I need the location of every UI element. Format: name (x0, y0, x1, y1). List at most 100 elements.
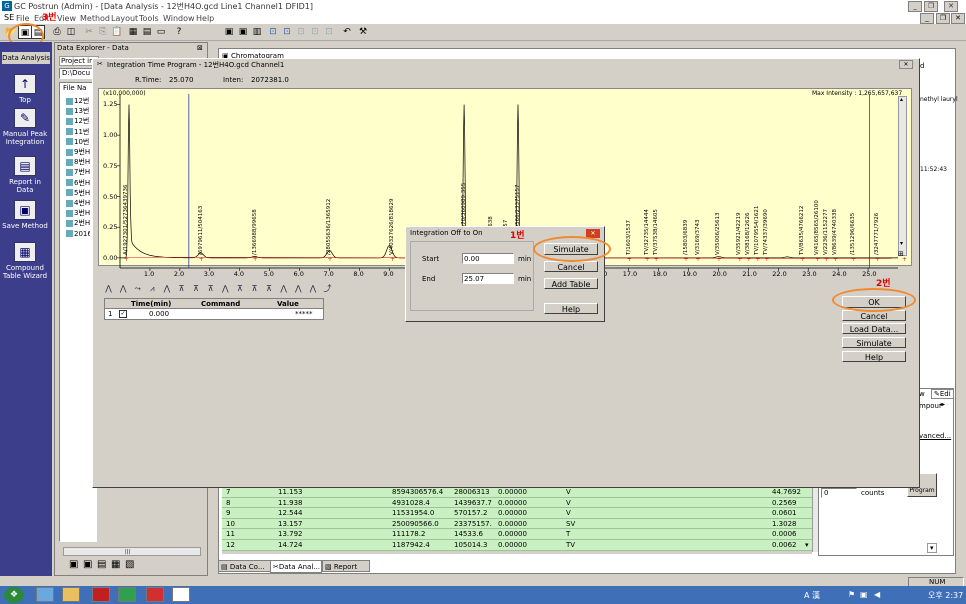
integration-tool-15-icon[interactable]: ⋀ (306, 283, 319, 295)
add-table-button[interactable]: Add Table (544, 278, 598, 289)
row-time[interactable]: 0.000 (149, 310, 169, 318)
tab-data-compare[interactable]: ▤ Data Co... (218, 560, 278, 572)
subdialog-cancel-button[interactable]: Cancel (544, 261, 598, 272)
y-tick-label: 0.75 (103, 161, 118, 170)
integration-tool-3-icon[interactable]: ⤳ (131, 283, 144, 295)
peak-label: /3247771/7926 (874, 212, 881, 255)
peak-label: TV/37538/14605 (652, 209, 659, 255)
annotation-ring-simulate (533, 236, 611, 262)
integration-tool-4-icon[interactable]: ⩘ (146, 283, 159, 295)
integration-tool-5-icon[interactable]: ⋀ (160, 283, 173, 295)
tray-flag-icon[interactable]: ▣ (860, 590, 868, 599)
taskbar (0, 586, 966, 604)
peak-marker: + (755, 256, 760, 263)
peak-label: /1351296/6635 (850, 212, 857, 255)
simulate-button[interactable]: Simulate (842, 337, 906, 348)
peak-label: TV/1079554/1621 (754, 205, 761, 255)
annotation-step1: 1번 (510, 231, 525, 241)
start-unit: min (518, 255, 532, 263)
integration-tool-2-icon[interactable]: ⋀ (117, 283, 130, 295)
peak-marker: + (833, 256, 838, 263)
peak-label: V/4165/8565/26100 (814, 200, 821, 255)
subdialog-help-button[interactable]: Help (544, 303, 598, 314)
integration-tool-8-icon[interactable]: ⊼ (204, 283, 217, 295)
start-input[interactable] (462, 253, 514, 264)
peak-marker: + (737, 256, 742, 263)
peak-label: T/1603/1537 (625, 219, 632, 255)
x-tick-label: 21.0 (742, 270, 757, 278)
y-tick-label: 1.25 (103, 100, 118, 109)
integration-tool-1-icon[interactable]: ⋀ (102, 283, 115, 295)
col-value[interactable]: Value (277, 300, 299, 308)
x-tick-label: 17.0 (622, 270, 638, 278)
x-tick-label: 3.0 (203, 270, 215, 278)
taskbar-folder-icon[interactable] (62, 587, 80, 602)
tab-report-icon: ▧ (325, 563, 332, 571)
tray-ime[interactable]: A 漢 (804, 590, 820, 601)
start-label: Start (422, 255, 440, 263)
chart-scroll-down-icon[interactable]: ▾ (900, 240, 903, 247)
taskbar-ie-icon[interactable] (36, 587, 54, 602)
tray-volume-icon[interactable]: ◀ (874, 590, 880, 599)
load-data-button[interactable]: Load Data... (842, 323, 906, 334)
x-tick-label: 22.0 (772, 270, 787, 278)
tray-network-icon[interactable]: ⚑ (848, 590, 855, 599)
peak-marker: + (390, 256, 395, 263)
peak-marker: + (199, 256, 204, 263)
taskbar-gc-postrun-icon[interactable] (172, 587, 190, 602)
annotation-step2: 2번 (876, 279, 891, 289)
y-tick-label: 0.50 (103, 192, 118, 201)
peak-marker: + (645, 256, 650, 263)
x-tick-label: 8.0 (353, 270, 364, 278)
x-tick-label: 7.0 (323, 270, 334, 278)
integration-tool-6-icon[interactable]: ⊼ (175, 283, 188, 295)
taskbar-app-green-icon[interactable] (118, 587, 136, 602)
row-value[interactable]: ***** (295, 310, 313, 318)
peak-marker: + (800, 256, 805, 263)
end-label: End (422, 275, 436, 283)
peak-label: /1366988/99658 (251, 209, 258, 255)
peak-label: V/3169/3743 (694, 219, 701, 255)
peak-label: V/35921/42219 (736, 212, 743, 255)
peak-label: V/8639/4740338 (832, 209, 839, 255)
peak-label: V/35006/25613 (715, 212, 722, 255)
integration-tool-11-icon[interactable]: ⊼ (248, 283, 261, 295)
x-tick-label: 18.0 (652, 270, 668, 278)
time-program-table[interactable]: Time(min) Command Value 1 ✓ 0.000 ***** (104, 298, 324, 320)
x-tick-label: 1.0 (143, 270, 155, 278)
peak-marker: + (716, 256, 721, 263)
integration-tool-10-icon[interactable]: ⊼ (233, 283, 246, 295)
x-tick-label: 5.0 (263, 270, 274, 278)
peak-label: TV/74337/39690 (763, 209, 770, 255)
col-command[interactable]: Command (201, 300, 240, 308)
x-tick-label: 2.0 (173, 270, 185, 278)
y-tick-label: 1.00 (103, 131, 118, 140)
help-button[interactable]: Help (842, 351, 906, 362)
chart-zoom-icon[interactable]: ⊞ (898, 250, 904, 258)
integration-tool-14-icon[interactable]: ⋀ (292, 283, 305, 295)
integration-tool-13-icon[interactable]: ⋀ (277, 283, 290, 295)
x-tick-label: 20.0 (712, 270, 727, 278)
integration-tool-9-icon[interactable]: ⋀ (219, 283, 232, 295)
chart-scroll-up-icon[interactable]: ▴ (900, 96, 903, 103)
taskbar-pdf-icon[interactable] (92, 587, 110, 602)
peak-label: TV/8635/4766212 (799, 205, 806, 255)
peak-marker: + (764, 256, 769, 263)
row-checkbox[interactable]: ✓ (119, 310, 127, 318)
x-tick-label: 9.0 (383, 270, 394, 278)
x-tick-label: 19.0 (682, 270, 698, 278)
peak-marker: + (815, 256, 820, 263)
tab-data-analysis[interactable]: ✂Data Anal... (270, 560, 322, 573)
chart-vscroll[interactable] (898, 96, 907, 256)
peak-label: /15803/6839 (682, 219, 689, 255)
integration-tool-12-icon[interactable]: ⊼ (263, 283, 276, 295)
start-button-icon[interactable]: ❖ (4, 587, 24, 603)
integration-tool-16-icon[interactable]: ⤴ (321, 283, 334, 295)
integration-tool-7-icon[interactable]: ⊼ (190, 283, 203, 295)
peak-marker: + (124, 256, 129, 263)
taskbar-app-red-icon[interactable] (146, 587, 164, 602)
peak-label: /6979611/504163 (197, 205, 204, 255)
tab-report[interactable]: ▧ Report (322, 560, 370, 572)
end-input[interactable] (462, 273, 514, 284)
col-time[interactable]: Time(min) (131, 300, 171, 308)
